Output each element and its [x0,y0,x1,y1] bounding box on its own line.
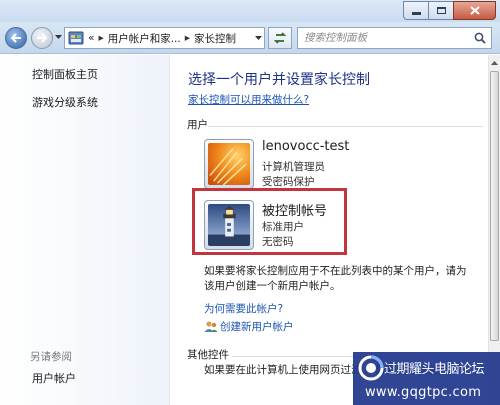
user-name: lenovocc-test [262,139,350,154]
page-title: 选择一个用户并设置家长控制 [188,72,370,88]
flower-picture [208,143,250,186]
help-link[interactable]: 家长控制可以用来做什么? [188,92,309,107]
user-role: 计算机管理员 [262,161,325,173]
see-also-heading: 另请参阅 [30,351,72,363]
create-user-account-label[interactable]: 创建新用户帐户 [220,319,294,334]
why-account-link[interactable]: 为何需要此帐户? [204,301,283,316]
other-controls-section-label: 其他控件 [187,349,229,361]
maximize-icon [436,7,446,14]
sidebar-item-game-ratings[interactable]: 游戏分级系统 [32,94,98,110]
breadcrumb-user-accounts[interactable]: 用户帐户和家... [108,31,181,46]
avatar [204,200,254,250]
refresh-button[interactable] [268,27,292,49]
sidebar-item-control-panel-home[interactable]: 控制面板主页 [32,66,98,82]
recent-pages-dropdown[interactable] [55,35,62,40]
task-pane: 控制面板主页 游戏分级系统 另请参阅 用户帐户 [0,55,170,405]
user-tile-controlled[interactable]: 被控制帐号 标准用户 无密码 [204,200,349,254]
close-button[interactable] [453,1,496,20]
search-icon[interactable] [469,32,491,44]
sidebar-item-user-accounts[interactable]: 用户帐户 [32,370,76,386]
address-dropdown[interactable] [253,27,265,49]
refresh-icon [273,32,287,44]
minimize-button[interactable] [403,1,429,20]
user-tile-admin[interactable]: lenovocc-test 计算机管理员 受密码保护 [204,139,349,193]
user-name: 被控制帐号 [262,204,328,219]
back-arrow-icon [10,33,21,43]
minimize-icon [411,12,421,15]
forward-arrow-icon [37,33,48,43]
search-box[interactable] [297,27,492,49]
address-overflow[interactable]: « [88,32,94,44]
user-password-status: 无密码 [262,236,294,248]
lighthouse-picture [208,204,250,246]
window-controls [403,1,496,20]
navigation-bar: « ▸ 用户帐户和家... ▸ 家长控制 [0,22,500,54]
section-divider [208,126,483,127]
close-icon [469,6,480,15]
breadcrumb-parental-controls[interactable]: 家长控制 [194,31,236,46]
users-section-label: 用户 [187,119,208,131]
scrollbar-thumb[interactable] [490,71,499,341]
avatar [204,139,254,189]
chevron-up-icon [491,61,498,65]
back-button[interactable] [5,27,27,49]
watermark-url: www.gqgtpc.com [365,385,482,400]
search-input[interactable] [298,32,469,44]
forward-button[interactable] [31,27,53,49]
address-bar[interactable]: « ▸ 用户帐户和家... ▸ 家长控制 [64,27,262,49]
users-icon [204,321,218,332]
watermark-title: 过期耀头电脑论坛 [384,362,485,377]
control-panel-icon [68,31,84,45]
maximize-button[interactable] [428,1,454,20]
user-password-status: 受密码保护 [262,176,315,188]
chevron-down-icon [255,35,262,40]
add-user-note: 如果要将家长控制应用于不在此列表中的某个用户，请为该用户创建一个新用户帐户。 [204,265,467,292]
address-separator[interactable]: ▸ [185,32,190,44]
scroll-up-button[interactable] [489,56,500,69]
address-separator[interactable]: ▸ [98,32,103,44]
forum-logo-icon [358,355,384,381]
site-watermark: 过期耀头电脑论坛 www.gqgtpc.com [353,352,500,405]
create-user-account-link[interactable]: 创建新用户帐户 [204,319,294,334]
user-role: 标准用户 [262,221,304,233]
